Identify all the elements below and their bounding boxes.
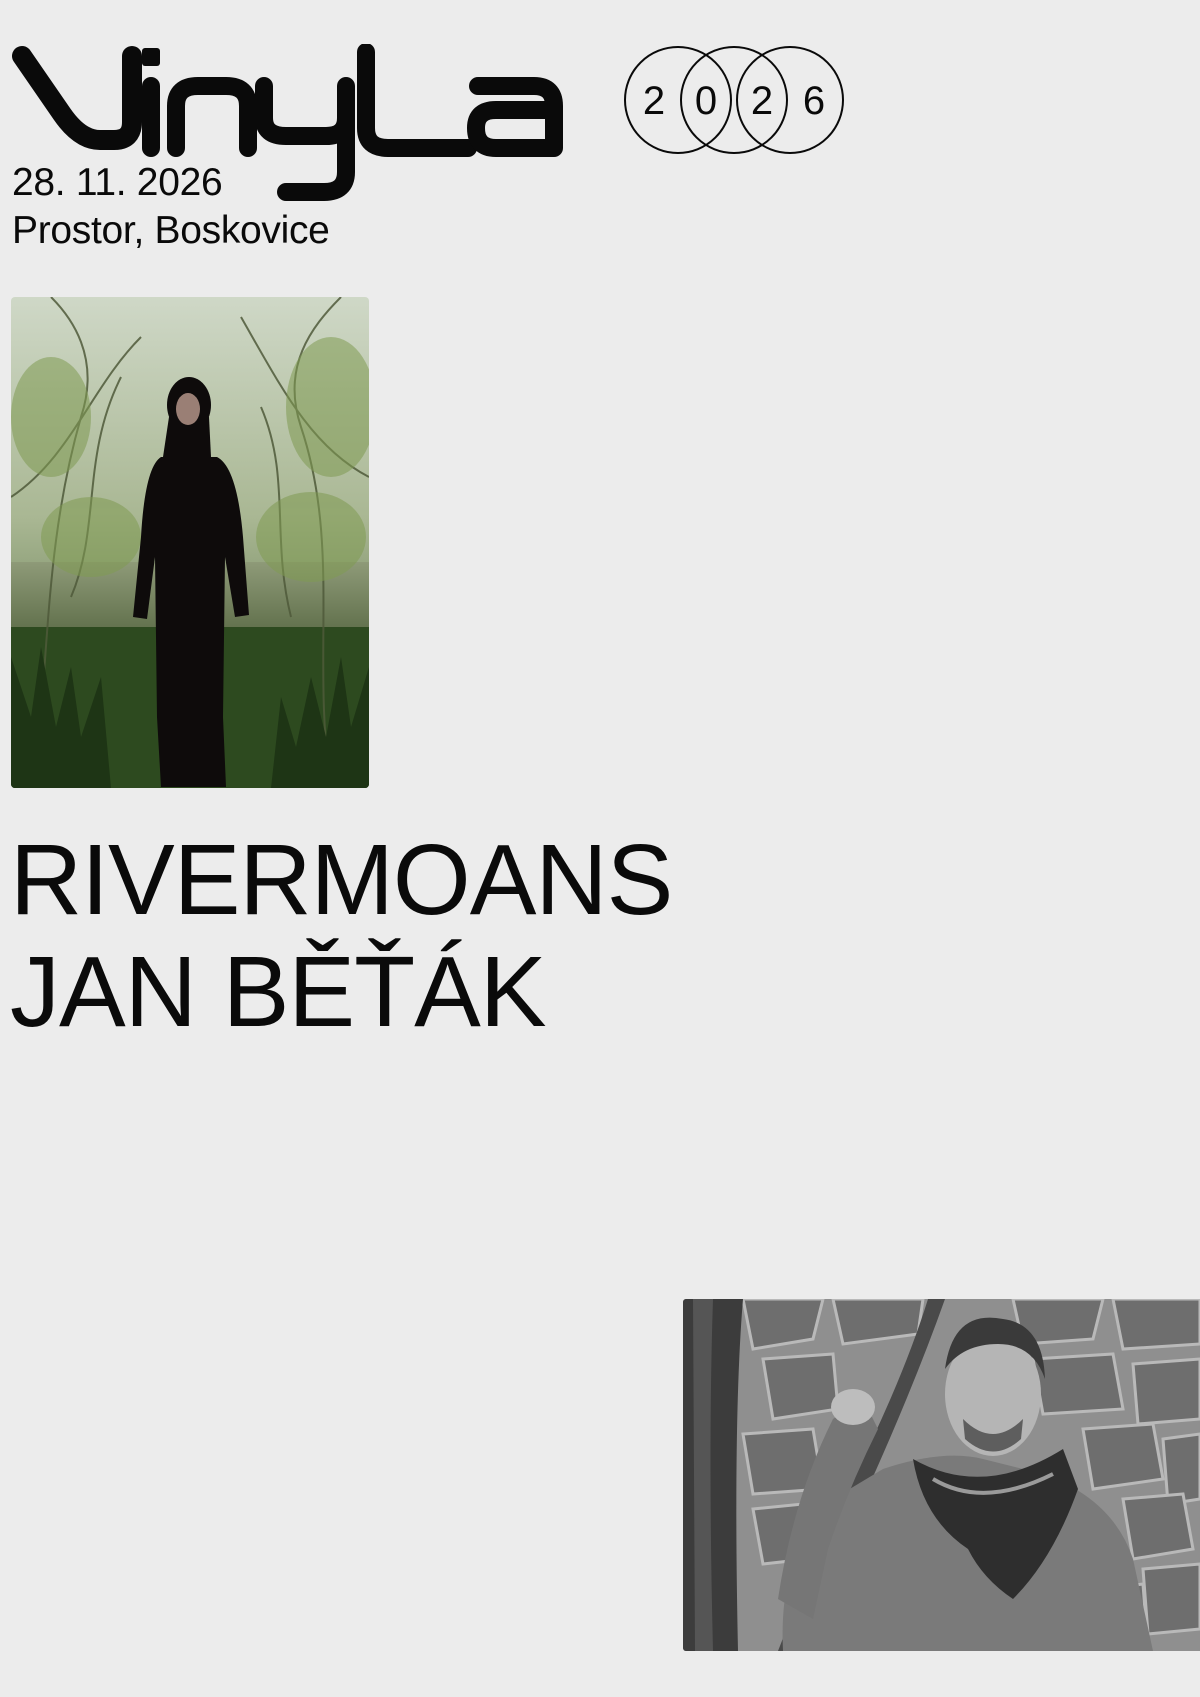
artist-photo-rivermoans xyxy=(11,297,369,788)
artist-photo-jan-betak xyxy=(683,1299,1200,1651)
year-digit: 2 xyxy=(751,79,773,123)
artist-name-jan-betak: JAN BĚŤÁK xyxy=(10,936,547,1048)
year-digit: 6 xyxy=(803,79,825,123)
year-digit: 2 xyxy=(643,79,665,123)
event-venue: Prostor, Boskovice xyxy=(12,209,330,252)
event-date: 28. 11. 2026 xyxy=(12,161,223,204)
year-badge: 2 0 2 6 xyxy=(624,44,844,156)
year-digit: 0 xyxy=(695,79,717,123)
artist-name-rivermoans: RIVERMOANS xyxy=(10,824,673,936)
